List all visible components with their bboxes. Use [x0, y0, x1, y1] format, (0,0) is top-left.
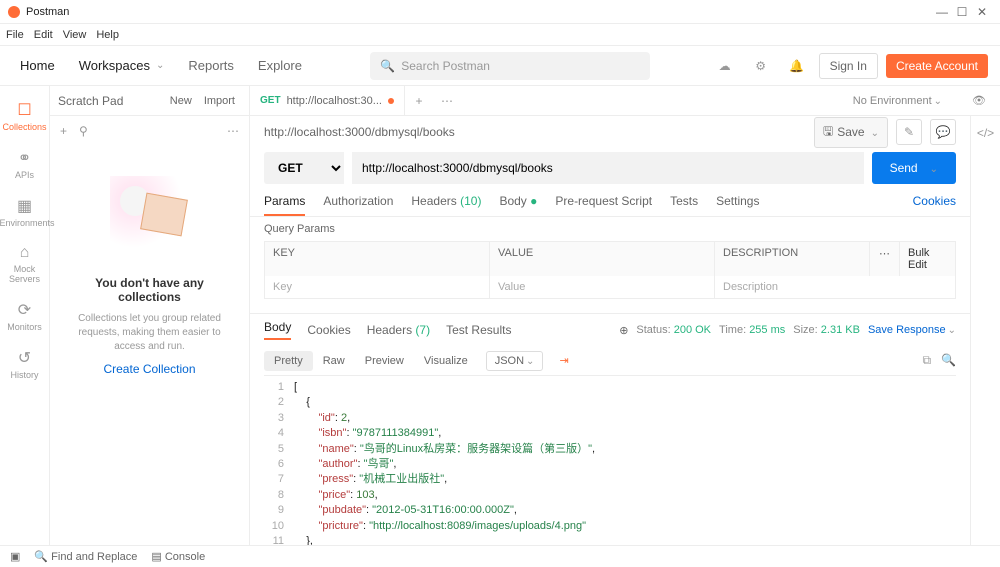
response-size: 2.31 KB	[821, 324, 860, 336]
breadcrumb: http://localhost:3000/dbmysql/books	[264, 125, 806, 139]
bulk-edit-link[interactable]: Bulk Edit	[900, 242, 955, 276]
edit-icon[interactable]: ✎	[896, 119, 922, 145]
method-select[interactable]: GET	[264, 152, 344, 184]
sidebar-item-monitors[interactable]: ⟳Monitors	[0, 292, 50, 340]
empty-illustration	[110, 176, 190, 256]
sidebar-item-environments[interactable]: ▦Environments	[0, 188, 50, 236]
app-logo	[8, 6, 20, 18]
tab-label: http://localhost:30...	[287, 95, 382, 107]
tab-body[interactable]: Body ●	[499, 194, 537, 216]
sidebar-item-collections[interactable]: ☐Collections	[0, 92, 50, 140]
request-tab[interactable]: GET http://localhost:30...	[250, 86, 405, 116]
sidebar-toggle-icon[interactable]: ▣	[10, 550, 20, 563]
environment-selector[interactable]: No Environment	[853, 95, 942, 107]
code-icon[interactable]: </>	[977, 126, 994, 140]
apis-icon: ⚭	[0, 148, 50, 168]
description-input[interactable]: Description	[715, 276, 955, 298]
notifications-icon[interactable]: 🔔	[783, 52, 811, 80]
cookies-link[interactable]: Cookies	[913, 194, 956, 216]
copy-icon[interactable]: ⧉	[922, 353, 931, 368]
nav-reports[interactable]: Reports	[180, 46, 242, 86]
resp-tab-headers[interactable]: Headers (7)	[367, 323, 430, 337]
resp-tab-body[interactable]: Body	[264, 320, 291, 340]
close-button[interactable]: ✕	[972, 5, 992, 19]
unsaved-dot-icon	[388, 98, 394, 104]
maximize-button[interactable]: ☐	[952, 5, 972, 19]
menu-view[interactable]: View	[63, 29, 87, 41]
empty-text: Collections let you group related reques…	[66, 312, 233, 354]
tab-tests[interactable]: Tests	[670, 194, 698, 216]
url-input[interactable]	[352, 152, 864, 184]
menu-file[interactable]: File	[6, 29, 24, 41]
response-body[interactable]: 1[2 {3 "id": 2,4 "isbn": "9787111384991"…	[264, 375, 956, 545]
mock-icon: ⌂	[0, 244, 50, 262]
create-collection-link[interactable]: Create Collection	[103, 362, 195, 376]
view-raw[interactable]: Raw	[313, 351, 355, 371]
tab-headers[interactable]: Headers (10)	[411, 194, 481, 216]
tab-prerequest[interactable]: Pre-request Script	[555, 194, 652, 216]
resp-tab-cookies[interactable]: Cookies	[307, 323, 350, 337]
new-button[interactable]: New	[164, 93, 198, 109]
nav-explore[interactable]: Explore	[250, 46, 310, 86]
monitors-icon: ⟳	[0, 300, 50, 320]
search-input[interactable]: 🔍 Search Postman	[370, 52, 650, 80]
cloud-icon[interactable]: ☁	[711, 52, 739, 80]
create-account-button[interactable]: Create Account	[886, 54, 988, 78]
environments-icon: ▦	[0, 196, 50, 216]
add-icon[interactable]: +	[60, 124, 67, 138]
minimize-button[interactable]: —	[932, 5, 952, 19]
query-params-label: Query Params	[250, 217, 970, 241]
method-badge: GET	[260, 95, 281, 106]
satellite-icon[interactable]: ⚙	[747, 52, 775, 80]
nav-workspaces[interactable]: Workspaces	[71, 46, 173, 86]
save-button[interactable]: 🖫 Save	[814, 117, 888, 148]
col-value: VALUE	[490, 242, 715, 276]
value-input[interactable]: Value	[490, 276, 715, 298]
save-response-link[interactable]: Save Response	[868, 324, 956, 336]
tab-params[interactable]: Params	[264, 194, 305, 216]
sidebar-item-mock-servers[interactable]: ⌂Mock Servers	[0, 236, 50, 292]
sign-in-button[interactable]: Sign In	[819, 53, 878, 79]
comment-icon[interactable]: 💬	[930, 119, 956, 145]
sidebar-item-apis[interactable]: ⚭APIs	[0, 140, 50, 188]
col-more[interactable]: ⋯	[870, 242, 900, 276]
search-response-icon[interactable]: 🔍	[941, 353, 956, 368]
col-key: KEY	[265, 242, 490, 276]
menu-edit[interactable]: Edit	[34, 29, 53, 41]
menu-help[interactable]: Help	[96, 29, 119, 41]
console-button[interactable]: ▤ Console	[151, 550, 205, 563]
send-button[interactable]: Send	[872, 152, 956, 184]
env-preview-icon[interactable]: 👁	[972, 94, 986, 107]
search-placeholder: Search Postman	[401, 59, 490, 73]
resp-tab-tests[interactable]: Test Results	[446, 323, 511, 337]
tab-menu-button[interactable]: ⋯	[433, 87, 461, 115]
view-pretty[interactable]: Pretty	[264, 351, 313, 371]
tab-settings[interactable]: Settings	[716, 194, 759, 216]
view-visualize[interactable]: Visualize	[414, 351, 478, 371]
format-select[interactable]: JSON	[486, 351, 544, 371]
col-description: DESCRIPTION	[715, 242, 870, 276]
sidebar-item-history[interactable]: ↺History	[0, 340, 50, 388]
nav-home[interactable]: Home	[12, 46, 63, 86]
collections-icon: ☐	[0, 100, 50, 120]
filter-icon[interactable]: ⚲	[79, 124, 88, 138]
tab-authorization[interactable]: Authorization	[323, 194, 393, 216]
key-input[interactable]: Key	[265, 276, 490, 298]
response-time: 255 ms	[749, 324, 785, 336]
find-replace-button[interactable]: 🔍 Find and Replace	[34, 550, 137, 563]
new-tab-button[interactable]: +	[405, 87, 433, 115]
query-params-table: KEY VALUE DESCRIPTION ⋯ Bulk Edit Key Va…	[264, 241, 956, 299]
empty-heading: You don't have any collections	[66, 276, 233, 304]
search-icon: 🔍	[380, 59, 395, 73]
more-icon[interactable]: ⋯	[227, 124, 239, 138]
globe-icon[interactable]: ⊕	[619, 324, 628, 337]
import-button[interactable]: Import	[198, 93, 241, 109]
wrap-icon[interactable]: ⇥	[549, 350, 578, 371]
view-preview[interactable]: Preview	[355, 351, 414, 371]
status-code: 200 OK	[674, 324, 711, 336]
history-icon: ↺	[0, 348, 50, 368]
scratch-pad-title: Scratch Pad	[58, 94, 164, 108]
window-title: Postman	[26, 6, 932, 18]
